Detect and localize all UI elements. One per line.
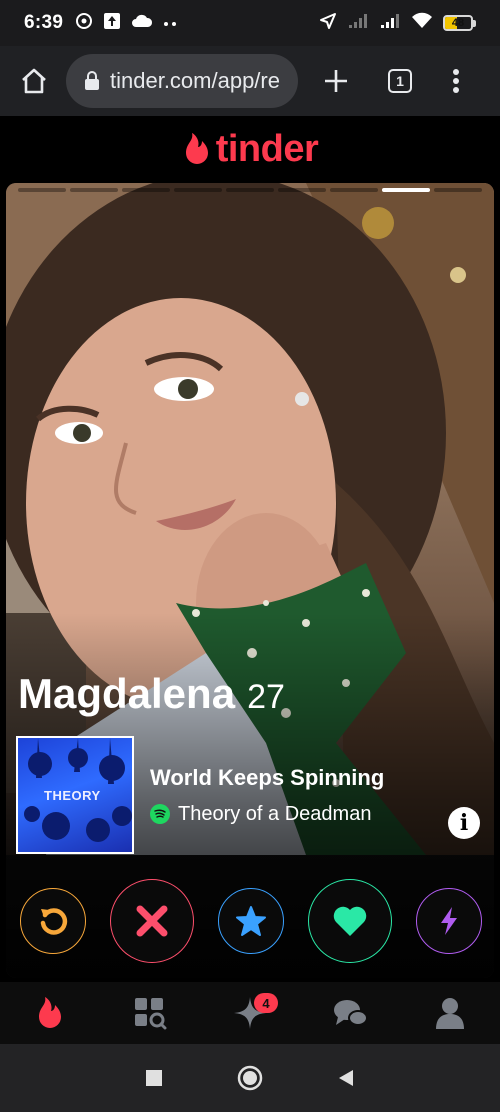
boost-button[interactable]	[416, 888, 482, 954]
spotify-anthem[interactable]: THEORY World Keeps Spinning Theory of a …	[16, 736, 384, 854]
photo-indicator[interactable]	[122, 188, 170, 192]
rewind-button[interactable]	[20, 888, 86, 954]
action-buttons	[6, 876, 494, 966]
kebab-menu-icon	[453, 69, 459, 93]
photo-indicator[interactable]	[70, 188, 118, 192]
home-circle-icon[interactable]	[237, 1065, 263, 1091]
cloud-icon	[131, 13, 153, 34]
browser-toolbar: tinder.com/app/re 1	[0, 46, 500, 116]
lock-icon	[85, 71, 99, 90]
artist-name: Theory of a Deadman	[178, 802, 372, 825]
profile-name-row: Magdalena 27	[18, 670, 285, 718]
nav-profile[interactable]	[420, 988, 480, 1038]
home-icon	[22, 68, 46, 94]
nav-messages[interactable]	[320, 988, 380, 1038]
url-text: tinder.com/app/re	[110, 68, 280, 93]
profile-info-button[interactable]: i	[448, 807, 480, 839]
status-bar: 6:39 48	[0, 0, 500, 46]
nope-button[interactable]	[110, 879, 194, 963]
tabs-icon: 1	[388, 69, 412, 93]
flame-icon	[185, 133, 208, 164]
whatsapp-icon	[75, 12, 93, 35]
logo-text: tinder	[215, 127, 319, 170]
recents-icon[interactable]	[145, 1069, 163, 1087]
signal-icon	[347, 12, 369, 35]
new-tab-button[interactable]	[314, 59, 358, 103]
chat-icon	[334, 1000, 368, 1026]
likes-badge: 4	[254, 993, 278, 1013]
upload-icon	[103, 12, 121, 35]
profile-name: Magdalena	[18, 670, 236, 717]
info-icon: i	[459, 810, 469, 836]
nav-explore[interactable]	[120, 988, 180, 1038]
flame-icon	[39, 997, 61, 1028]
wifi-icon	[411, 12, 433, 35]
photo-indicator[interactable]	[278, 188, 326, 192]
photo-indicator[interactable]	[18, 188, 66, 192]
lightning-icon	[441, 907, 457, 935]
battery-percent: 48	[451, 17, 465, 29]
heart-icon	[333, 906, 367, 936]
tinder-logo[interactable]: tinder	[182, 128, 319, 171]
album-art: THEORY	[16, 736, 134, 854]
album-title: THEORY	[44, 788, 101, 803]
photo-indicator[interactable]	[382, 188, 430, 192]
nav-likes[interactable]: 4	[220, 988, 280, 1038]
home-button[interactable]	[12, 59, 56, 103]
profile-card[interactable]: Magdalena 27 THEORY World Keeps Spinning…	[6, 183, 494, 978]
status-time: 6:39	[24, 12, 64, 33]
song-title: World Keeps Spinning	[150, 764, 385, 790]
profile-age: 27	[247, 678, 285, 716]
nav-swipe[interactable]	[20, 988, 80, 1038]
back-icon[interactable]	[337, 1069, 355, 1087]
profile-icon	[436, 998, 464, 1029]
tab-count: 1	[396, 73, 404, 89]
tab-switcher-button[interactable]: 1	[378, 59, 422, 103]
browser-menu-button[interactable]	[434, 59, 478, 103]
explore-icon	[135, 998, 167, 1030]
plus-icon	[325, 70, 347, 92]
photo-indicator[interactable]	[434, 188, 482, 192]
system-nav-bar	[0, 1044, 500, 1112]
battery-icon: 48	[443, 15, 476, 31]
photo-indicator[interactable]	[174, 188, 222, 192]
address-bar[interactable]: tinder.com/app/re	[66, 54, 298, 108]
photo-indicators	[18, 188, 482, 194]
notification-icons	[75, 12, 177, 35]
photo-indicator[interactable]	[330, 188, 378, 192]
rewind-icon	[40, 908, 68, 935]
bottom-nav: 4	[0, 982, 500, 1044]
star-icon	[236, 906, 266, 936]
like-button[interactable]	[308, 879, 392, 963]
location-arrow-icon	[319, 12, 337, 35]
more-dots-icon	[163, 14, 177, 32]
spotify-icon	[150, 804, 170, 824]
close-icon	[136, 905, 168, 937]
app-header: tinder	[0, 116, 500, 182]
super-like-button[interactable]	[218, 888, 284, 954]
photo-indicator[interactable]	[226, 188, 274, 192]
signal-icon	[379, 12, 401, 35]
